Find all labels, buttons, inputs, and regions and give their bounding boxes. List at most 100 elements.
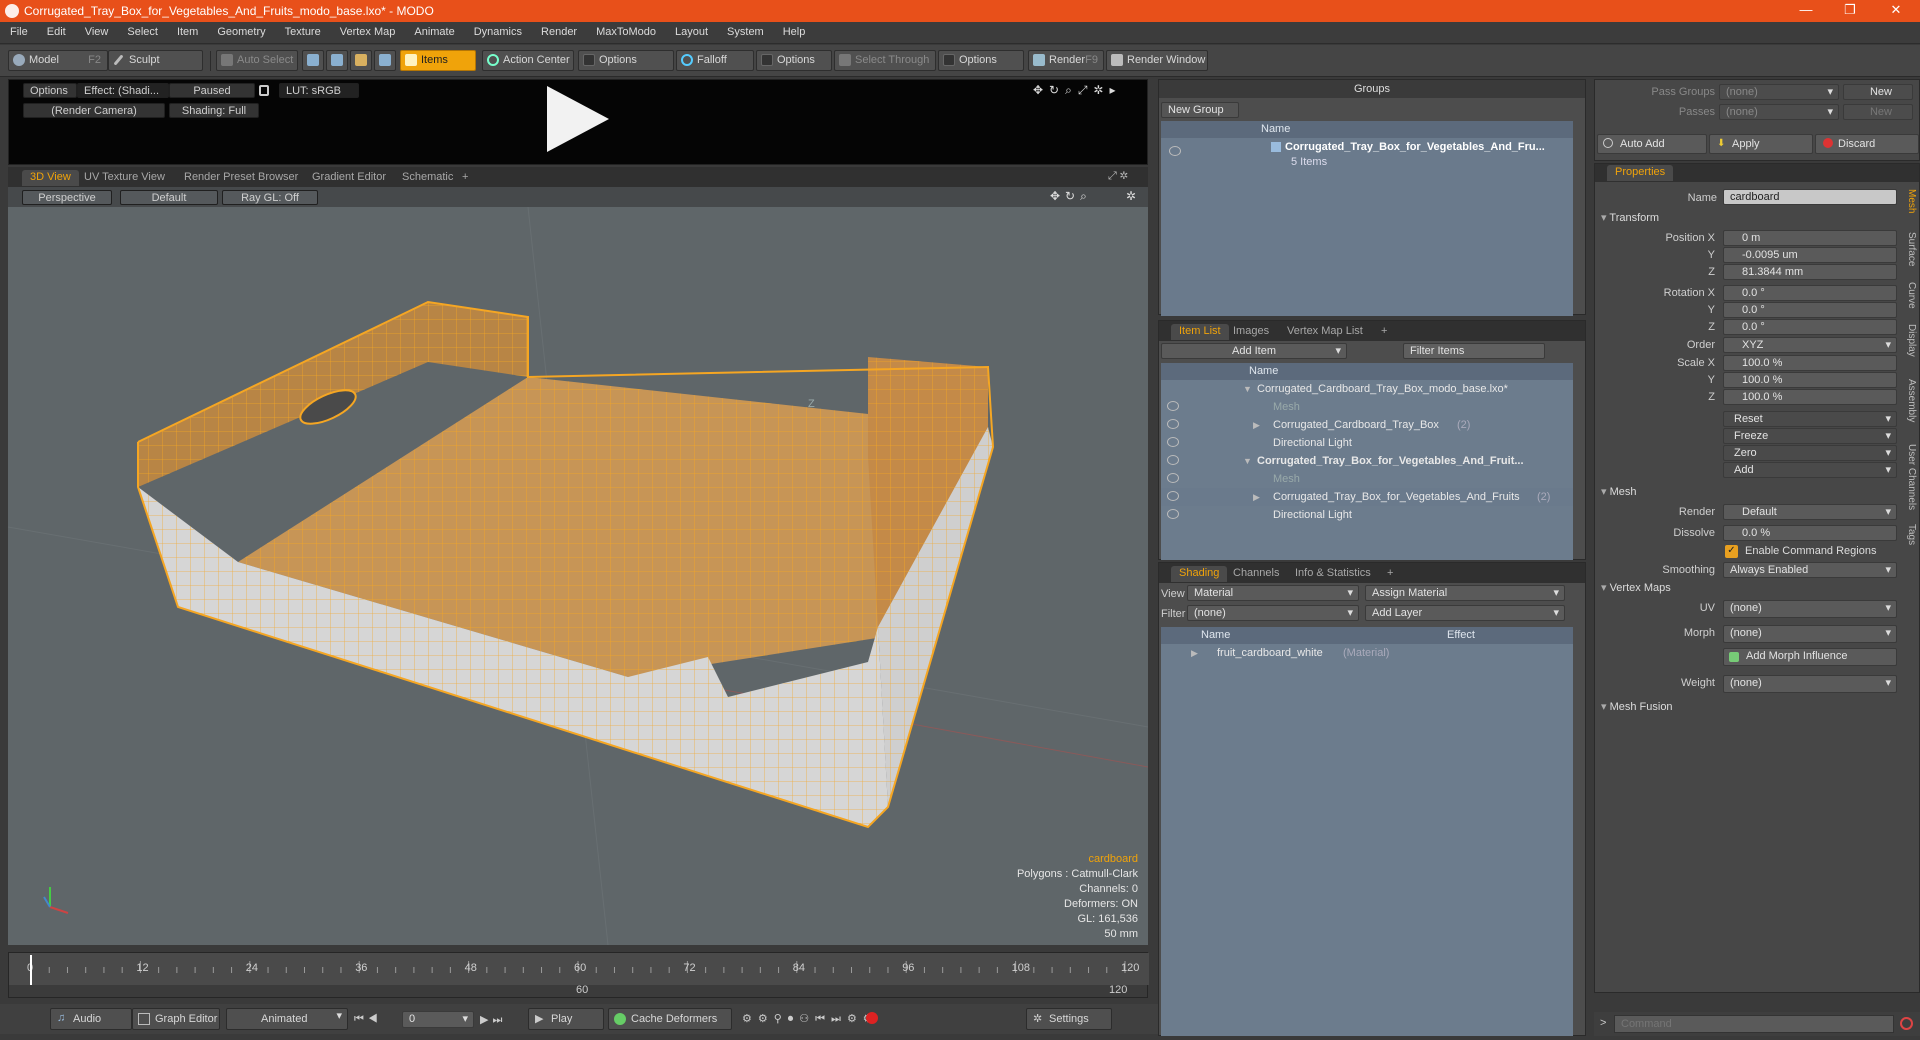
perspective-dropdown[interactable]: Perspective <box>22 190 112 205</box>
tray-box-model[interactable]: Z <box>8 207 1148 945</box>
tab-channels[interactable]: Channels <box>1225 566 1287 582</box>
view-dropdown[interactable]: Material <box>1187 585 1359 601</box>
auto-select-button[interactable]: Auto Select <box>216 50 298 71</box>
render-dropdown[interactable]: Default <box>1723 504 1897 520</box>
group-name[interactable]: Corrugated_Tray_Box_for_Vegetables_And_F… <box>1285 141 1545 153</box>
new-pass-group-button[interactable]: New <box>1843 84 1913 100</box>
side-tab-user-channels[interactable]: User Channels <box>1901 444 1917 510</box>
record-icon[interactable] <box>866 1012 878 1024</box>
rewind-icons[interactable]: ⏮◀ <box>354 1013 382 1026</box>
filter-dropdown[interactable]: (none) <box>1187 605 1359 621</box>
eye-icon[interactable] <box>1167 401 1179 411</box>
scale-y-input[interactable]: 100.0 % <box>1723 372 1897 388</box>
position-z-input[interactable]: 81.3844 mm <box>1723 264 1897 280</box>
audio-button[interactable]: ♫ Audio <box>50 1008 132 1030</box>
eye-icon[interactable] <box>1167 437 1179 447</box>
paused-button[interactable]: Paused <box>169 83 255 98</box>
menu-file[interactable]: File <box>0 22 37 38</box>
side-tab-tags[interactable]: Tags <box>1901 524 1917 545</box>
side-tab-assembly[interactable]: Assembly <box>1901 379 1917 422</box>
tab-properties[interactable]: Properties <box>1607 165 1674 181</box>
rotation-x-input[interactable]: 0.0 ° <box>1723 285 1897 301</box>
freeze-dropdown[interactable]: Freeze <box>1723 428 1897 444</box>
effect-dropdown[interactable]: Effect: (Shadi... <box>77 83 169 98</box>
pass-groups-dropdown[interactable]: (none) <box>1719 84 1839 100</box>
lock-icon[interactable] <box>259 85 269 96</box>
menu-vertex-map[interactable]: Vertex Map <box>330 22 405 38</box>
timeline[interactable]: 01224364860728496108120 60 120 <box>8 952 1149 998</box>
rotation-z-input[interactable]: 0.0 ° <box>1723 319 1897 335</box>
new-group-button[interactable]: New Group <box>1161 102 1239 118</box>
rotation-y-input[interactable]: 0.0 ° <box>1723 302 1897 318</box>
tab-3d-view[interactable]: 3D View <box>22 170 79 186</box>
menu-texture[interactable]: Texture <box>275 22 330 38</box>
vertex-maps-section[interactable]: Vertex Maps <box>1601 581 1671 594</box>
3d-viewport[interactable]: Perspective Default Ray GL: Off ✥↻⌕ ✲ Z <box>8 187 1148 945</box>
weight-dropdown[interactable]: (none) <box>1723 675 1897 693</box>
name-input[interactable]: cardboard <box>1723 189 1897 205</box>
menu-dynamics[interactable]: Dynamics <box>464 22 531 38</box>
scale-x-input[interactable]: 100.0 % <box>1723 355 1897 371</box>
eye-icon[interactable] <box>1169 146 1181 156</box>
mesh-fusion-section[interactable]: Mesh Fusion <box>1601 700 1673 713</box>
list-item[interactable]: ▼ Corrugated_Cardboard_Tray_Box_modo_base… <box>1161 380 1573 398</box>
animated-dropdown[interactable]: Animated <box>226 1008 348 1030</box>
list-item[interactable]: ▼ Corrugated_Tray_Box_for_Vegetables_And_… <box>1161 452 1573 470</box>
order-dropdown[interactable]: XYZ <box>1723 337 1897 353</box>
forward-icons[interactable]: ▶⏭ <box>480 1013 506 1027</box>
menu-system[interactable]: System <box>717 22 773 38</box>
menu-edit[interactable]: Edit <box>37 22 75 38</box>
select-through-options-button[interactable]: Options <box>938 50 1024 71</box>
close-button[interactable]: ✕ <box>1876 2 1916 20</box>
vertices-mode-button[interactable] <box>302 50 324 71</box>
add-tab-button[interactable]: + <box>1379 566 1401 582</box>
menu-view[interactable]: View <box>75 22 118 38</box>
list-item[interactable]: Directional Light <box>1161 506 1573 524</box>
add-morph-influence-button[interactable]: Add Morph Influence <box>1723 648 1897 666</box>
tab-uv-texture-view[interactable]: UV Texture View <box>76 170 173 186</box>
tab-images[interactable]: Images <box>1225 324 1277 340</box>
cache-deformers-button[interactable]: Cache Deformers <box>608 1008 732 1030</box>
assign-material-dropdown[interactable]: Assign Material <box>1365 585 1565 601</box>
auto-add-button[interactable]: Auto Add <box>1597 134 1707 154</box>
list-item[interactable]: ▶ Corrugated_Cardboard_Tray_Box (2) <box>1161 416 1573 434</box>
position-y-input[interactable]: -0.0095 um <box>1723 247 1897 263</box>
settings-button[interactable]: ✲ Settings <box>1026 1008 1112 1030</box>
filter-items-input[interactable]: Filter Items <box>1403 343 1545 359</box>
tab-item-list[interactable]: Item List <box>1171 324 1229 340</box>
falloff-button[interactable]: Falloff <box>676 50 754 71</box>
mesh-section[interactable]: Mesh <box>1601 485 1637 498</box>
tab-vertex-map-list[interactable]: Vertex Map List <box>1279 324 1371 340</box>
list-item[interactable]: Directional Light <box>1161 434 1573 452</box>
tab-info-statistics[interactable]: Info & Statistics <box>1287 566 1379 582</box>
frame-input[interactable]: 0 <box>402 1011 474 1028</box>
maximize-button[interactable]: ❐ <box>1830 2 1870 20</box>
menu-animate[interactable]: Animate <box>404 22 463 38</box>
sculpt-mode-button[interactable]: Sculpt <box>108 50 203 71</box>
add-tab-button[interactable]: + <box>1373 324 1395 340</box>
model-mode-button[interactable]: Model F2 <box>8 50 108 71</box>
list-item[interactable]: Mesh <box>1161 470 1573 488</box>
stop-icon[interactable] <box>1900 1017 1913 1030</box>
preview-nav-icons[interactable]: ✥↻⌕⤢✲▸ <box>1033 83 1122 98</box>
scale-z-input[interactable]: 100.0 % <box>1723 389 1897 405</box>
eye-icon[interactable] <box>1167 455 1179 465</box>
passes-dropdown[interactable]: (none) <box>1719 104 1839 120</box>
menu-render[interactable]: Render <box>531 22 586 38</box>
eye-icon[interactable] <box>1167 491 1179 501</box>
morph-dropdown[interactable]: (none) <box>1723 625 1897 643</box>
position-x-input[interactable]: 0 m <box>1723 230 1897 246</box>
render-window-button[interactable]: Render Window <box>1106 50 1208 71</box>
list-item[interactable]: Mesh <box>1161 398 1573 416</box>
tab-schematic[interactable]: Schematic <box>394 170 461 186</box>
add-tab-button[interactable]: + <box>454 170 476 186</box>
menu-geometry[interactable]: Geometry <box>207 22 274 38</box>
menu-maxtomodo[interactable]: MaxToModo <box>586 22 665 38</box>
tab-shading[interactable]: Shading <box>1171 566 1228 582</box>
new-pass-button[interactable]: New <box>1843 104 1913 120</box>
style-dropdown[interactable]: Default <box>120 190 218 205</box>
side-tab-surface[interactable]: Surface <box>1901 232 1917 266</box>
side-tab-display[interactable]: Display <box>1901 324 1917 357</box>
list-item[interactable]: ▶ fruit_cardboard_white (Material) <box>1161 644 1573 662</box>
render-preview[interactable]: Options Effect: (Shadi... Paused LUT: sR… <box>8 79 1148 165</box>
